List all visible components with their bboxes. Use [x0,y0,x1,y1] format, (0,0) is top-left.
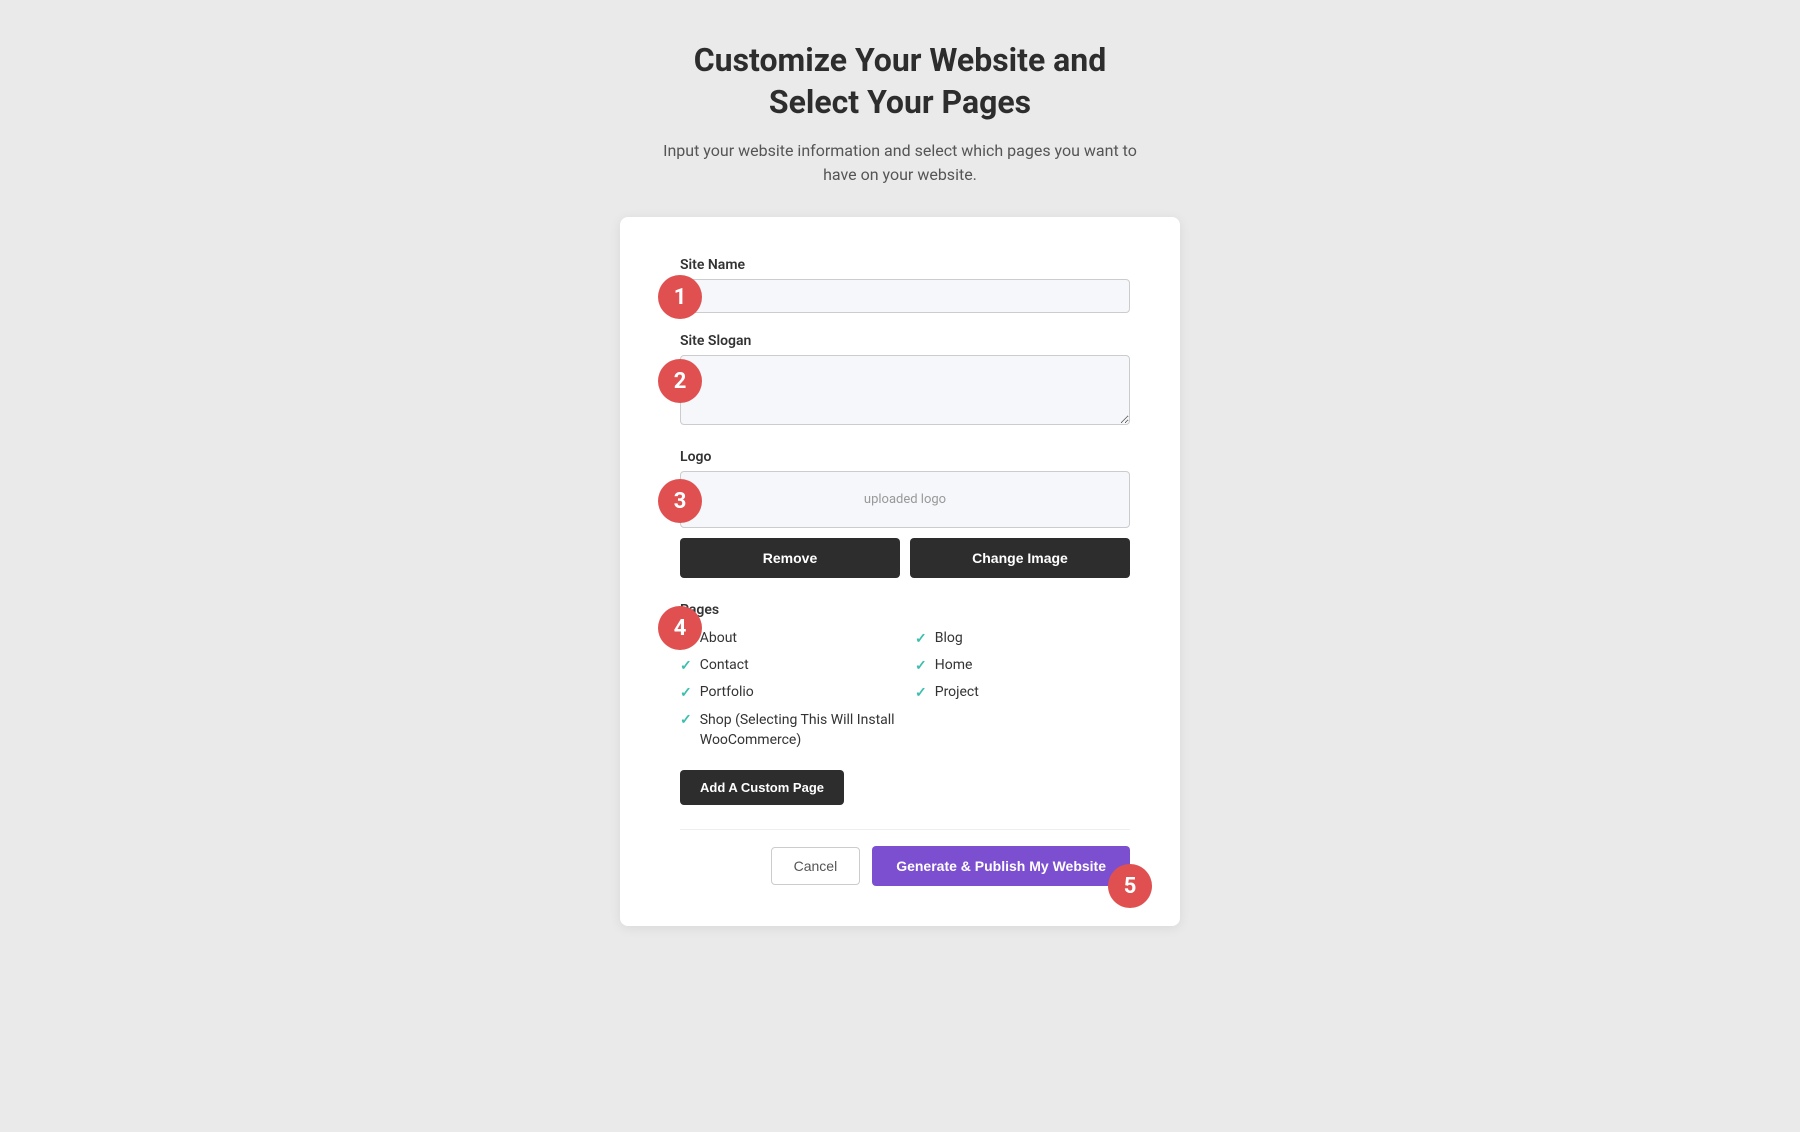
publish-button[interactable]: Generate & Publish My Website [872,846,1130,886]
page-item-label: Blog [935,630,963,646]
step-3-badge: 3 [658,479,702,523]
pages-label: Pages [680,602,1130,618]
list-item[interactable]: ✓ Project [915,684,1130,701]
logo-button-group: Remove Change Image [680,538,1130,578]
page-item-label: Home [935,657,973,673]
page-item-label: Project [935,684,979,700]
list-item[interactable]: ✓ About [680,630,895,647]
list-item[interactable]: ✓ Shop (Selecting This Will Install WooC… [680,711,895,750]
check-icon: ✓ [915,685,927,701]
list-item[interactable]: ✓ Blog [915,630,1130,647]
site-slogan-section: 2 Site Slogan [680,333,1130,429]
list-item[interactable]: ✓ Portfolio [680,684,895,701]
step-5-badge: 5 [1108,864,1152,908]
logo-label: Logo [680,449,1130,465]
add-custom-page-button[interactable]: Add A Custom Page [680,770,844,805]
site-name-input[interactable] [680,279,1130,313]
change-image-button[interactable]: Change Image [910,538,1130,578]
remove-button[interactable]: Remove [680,538,900,578]
page-header: Customize Your Website and Select Your P… [650,40,1150,187]
list-item[interactable]: ✓ Contact [680,657,895,674]
check-icon: ✓ [915,658,927,674]
page-title: Customize Your Website and Select Your P… [650,40,1150,123]
main-card: 1 Site Name 2 Site Slogan 3 Logo uploade… [620,217,1180,926]
pages-section: 4 Pages ✓ About ✓ Blog ✓ Contact ✓ Home [680,602,1130,805]
site-name-section: 1 Site Name [680,257,1130,313]
page-subtitle: Input your website information and selec… [650,139,1150,187]
logo-section: 3 Logo uploaded logo Remove Change Image [680,449,1130,578]
page-item-label: Contact [700,657,749,673]
step-4-badge: 4 [658,606,702,650]
cancel-button[interactable]: Cancel [771,847,861,885]
page-item-label: Portfolio [700,684,754,700]
step-1-badge: 1 [658,275,702,319]
card-footer: Cancel Generate & Publish My Website 5 [680,829,1130,886]
site-name-label: Site Name [680,257,1130,273]
page-item-label: About [700,630,737,646]
check-icon: ✓ [680,712,692,728]
site-slogan-label: Site Slogan [680,333,1130,349]
pages-grid: ✓ About ✓ Blog ✓ Contact ✓ Home ✓ Portfo… [680,630,1130,750]
site-slogan-input[interactable] [680,355,1130,425]
logo-preview: uploaded logo [680,471,1130,528]
check-icon: ✓ [680,658,692,674]
step-2-badge: 2 [658,359,702,403]
check-icon: ✓ [915,631,927,647]
check-icon: ✓ [680,685,692,701]
page-item-label: Shop (Selecting This Will Install WooCom… [700,711,895,750]
list-item[interactable]: ✓ Home [915,657,1130,674]
